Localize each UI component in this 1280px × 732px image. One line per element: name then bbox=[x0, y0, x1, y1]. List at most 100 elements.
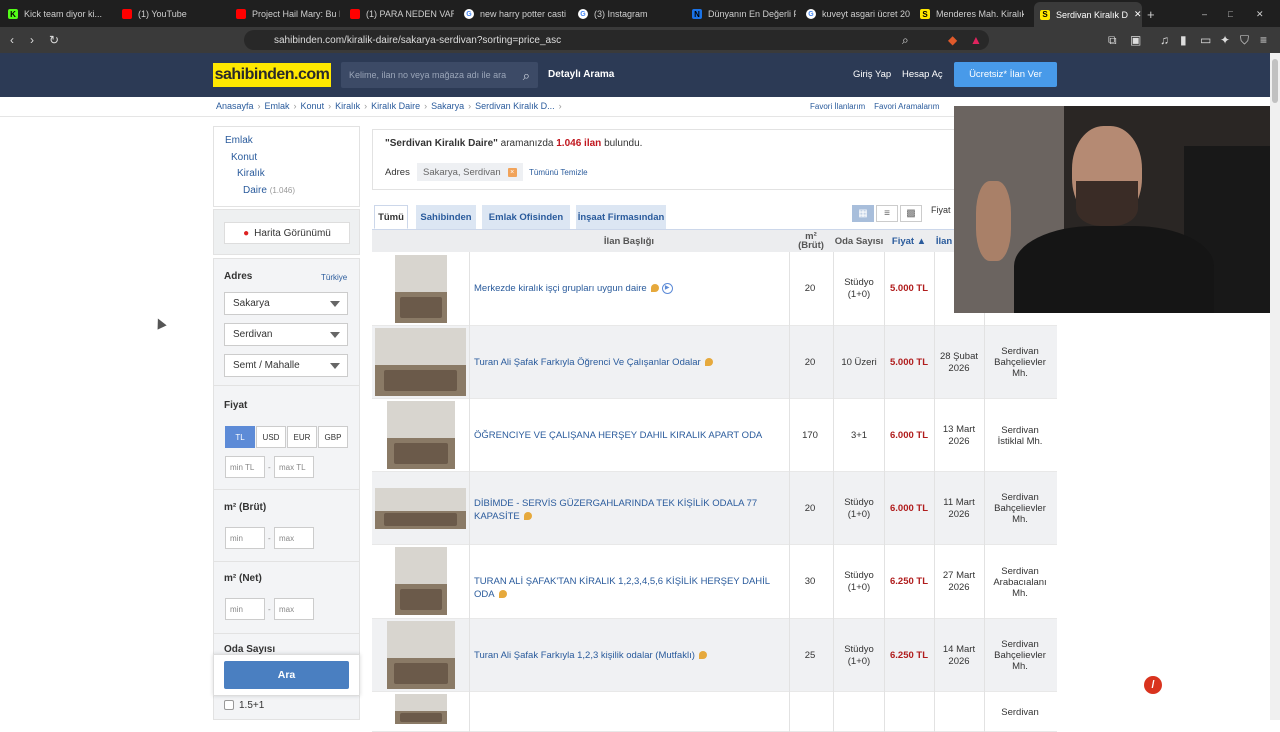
min-price-input[interactable]: min TL bbox=[225, 456, 265, 478]
screenshot-icon[interactable]: ▣ bbox=[1130, 33, 1141, 47]
browser-tab[interactable]: S Menderes Mah. Kiralık bbox=[920, 4, 1024, 24]
listing-thumbnail[interactable] bbox=[395, 547, 447, 615]
listing-thumbnail[interactable] bbox=[387, 621, 455, 689]
browser-tab[interactable]: (1) YouTube bbox=[122, 4, 226, 24]
clear-all-link[interactable]: Tümünü Temizle bbox=[529, 168, 588, 177]
column-title[interactable]: İlan Başlığı bbox=[469, 230, 789, 252]
scrollbar-thumb[interactable] bbox=[1272, 59, 1278, 103]
m2-net-min-input[interactable]: min bbox=[225, 598, 265, 620]
column-m2[interactable]: m² (Brüt) bbox=[790, 230, 832, 252]
list-view-button[interactable]: ▦ bbox=[852, 205, 874, 222]
gallery-view-button[interactable]: ▩ bbox=[900, 205, 922, 222]
menu-icon[interactable]: ≡ bbox=[1260, 33, 1267, 47]
listing-title[interactable]: DİBİMDE - SERVİS GÜZERGAHLARINDA TEK KİŞ… bbox=[474, 497, 786, 523]
zoom-icon[interactable]: ⌕ bbox=[902, 33, 909, 47]
listing-thumbnail[interactable] bbox=[375, 328, 466, 396]
close-window-icon[interactable]: ✕ bbox=[1256, 4, 1264, 24]
page-scrollbar[interactable] bbox=[1270, 53, 1280, 720]
video-play-icon[interactable]: ▶ bbox=[661, 282, 673, 294]
category-kiralik[interactable]: Kiralık bbox=[237, 168, 265, 179]
district-select[interactable]: Serdivan bbox=[224, 323, 348, 346]
browser-tab[interactable]: K Kick team diyor ki... bbox=[8, 4, 112, 24]
map-view-button[interactable]: ● Harita Görünümü bbox=[224, 222, 350, 244]
minimize-icon[interactable]: – bbox=[1202, 4, 1207, 24]
city-select[interactable]: Sakarya bbox=[224, 292, 348, 315]
room-checkbox-1-5-1[interactable] bbox=[224, 700, 234, 710]
column-price[interactable]: Fiyat ▲ bbox=[885, 230, 933, 252]
search-button[interactable]: Ara bbox=[224, 661, 349, 689]
breadcrumb-item[interactable]: Anasayfa bbox=[216, 101, 254, 111]
category-emlak[interactable]: Emlak bbox=[225, 135, 253, 146]
listing-thumbnail[interactable] bbox=[395, 255, 447, 323]
listing-thumbnail[interactable] bbox=[387, 401, 455, 469]
compact-view-button[interactable]: ≡ bbox=[876, 205, 898, 222]
leo-icon[interactable]: ✦ bbox=[1220, 33, 1230, 47]
m2-brut-min-input[interactable]: min bbox=[225, 527, 265, 549]
detailed-search-link[interactable]: Detaylı Arama bbox=[548, 69, 614, 80]
currency-usd-button[interactable]: USD bbox=[256, 426, 286, 448]
browser-tab[interactable]: Gkuveyt asgari ücret 20 bbox=[806, 4, 910, 24]
country-link[interactable]: Türkiye bbox=[321, 273, 347, 282]
m2-net-max-input[interactable]: max bbox=[274, 598, 314, 620]
browser-tab[interactable]: (1) PARA NEDEN VAR? bbox=[350, 4, 454, 24]
m2-brut-max-input[interactable]: max bbox=[274, 527, 314, 549]
favorite-link[interactable]: Favori İlanlarım bbox=[810, 102, 865, 111]
site-logo[interactable]: sahibinden.com bbox=[213, 63, 331, 87]
category-daire[interactable]: Daire (1.046) bbox=[243, 185, 295, 196]
reload-icon[interactable]: ↻ bbox=[49, 33, 59, 47]
forward-icon[interactable]: › bbox=[30, 33, 34, 47]
register-link[interactable]: Hesap Aç bbox=[902, 69, 943, 80]
max-price-input[interactable]: max TL bbox=[274, 456, 314, 478]
category-konut[interactable]: Konut bbox=[231, 152, 257, 163]
rewards-icon[interactable]: ▲ bbox=[970, 33, 982, 47]
listing-title[interactable]: TURAN ALİ ŞAFAK'TAN KİRALIK 1,2,3,4,5,6 … bbox=[474, 575, 786, 601]
address-filter-tag[interactable]: Sakarya, Serdivan × bbox=[417, 163, 523, 181]
column-rooms[interactable]: Oda Sayısı bbox=[833, 230, 885, 252]
browser-tab[interactable]: Project Hail Mary: Bu F bbox=[236, 4, 340, 24]
column-date[interactable]: İlan bbox=[934, 230, 954, 252]
url-bar[interactable]: sahibinden.com/kiralik-daire/sakarya-ser… bbox=[244, 30, 989, 50]
breadcrumb-item[interactable]: Serdivan Kiralık D... bbox=[475, 101, 555, 111]
favorite-link[interactable]: Favori Aramalarım bbox=[874, 102, 939, 111]
listing-title[interactable]: Turan Ali Şafak Farkıyla Öğrenci Ve Çalı… bbox=[474, 356, 786, 369]
breadcrumb-item[interactable]: Kiralık bbox=[335, 101, 360, 111]
breadcrumb-item[interactable]: Sakarya bbox=[431, 101, 464, 111]
currency-tl-button[interactable]: TL bbox=[225, 426, 255, 448]
table-row[interactable]: ÖĞRENCIYE VE ÇALIŞANA HERŞEY DAHIL KIRAL… bbox=[372, 399, 1057, 472]
maximize-icon[interactable]: □ bbox=[1228, 4, 1233, 24]
brave-shield-icon[interactable]: ◆ bbox=[948, 33, 957, 47]
breadcrumb-item[interactable]: Emlak bbox=[265, 101, 290, 111]
listing-thumbnail[interactable] bbox=[375, 488, 466, 529]
sidebar-icon[interactable]: ▮ bbox=[1180, 33, 1187, 47]
currency-eur-button[interactable]: EUR bbox=[287, 426, 317, 448]
login-link[interactable]: Giriş Yap bbox=[853, 69, 891, 80]
table-row[interactable]: Turan Ali Şafak Farkıyla Öğrenci Ve Çalı… bbox=[372, 326, 1057, 399]
post-ad-button[interactable]: Ücretsiz* İlan Ver bbox=[954, 62, 1057, 87]
browser-tab[interactable]: Gnew harry potter casti bbox=[464, 4, 568, 24]
listing-title[interactable]: Turan Ali Şafak Farkıyla 1,2,3 kişilik o… bbox=[474, 649, 786, 662]
back-icon[interactable]: ‹ bbox=[10, 33, 14, 47]
breadcrumb-item[interactable]: Kiralık Daire bbox=[371, 101, 420, 111]
search-input[interactable]: Kelime, ilan no veya mağaza adı ile ara … bbox=[341, 62, 538, 88]
media-icon[interactable]: ♫ bbox=[1160, 33, 1169, 47]
new-tab-button[interactable]: + bbox=[1147, 4, 1155, 24]
wallet-icon[interactable]: ▭ bbox=[1200, 33, 1211, 47]
breadcrumb-item[interactable]: Konut bbox=[301, 101, 325, 111]
sort-select[interactable]: Fiyat bbox=[931, 205, 951, 215]
extensions-icon[interactable]: ⧉ bbox=[1108, 33, 1117, 47]
table-row[interactable]: Serdivan bbox=[372, 692, 1057, 732]
vpn-icon[interactable]: ⛉ bbox=[1240, 33, 1249, 47]
browser-tab[interactable]: S Serdivan Kiralık D ✕ bbox=[1034, 2, 1142, 27]
tab-all[interactable]: Tümü bbox=[374, 205, 408, 229]
table-row[interactable]: DİBİMDE - SERVİS GÜZERGAHLARINDA TEK KİŞ… bbox=[372, 472, 1057, 545]
listing-title[interactable]: ÖĞRENCIYE VE ÇALIŞANA HERŞEY DAHIL KIRAL… bbox=[474, 429, 786, 442]
tab-builder[interactable]: İnşaat Firmasından bbox=[576, 205, 666, 229]
table-row[interactable]: TURAN ALİ ŞAFAK'TAN KİRALIK 1,2,3,4,5,6 … bbox=[372, 545, 1057, 619]
listing-title[interactable]: Merkezde kiralık işçi grupları uygun dai… bbox=[474, 282, 786, 295]
table-row[interactable]: Turan Ali Şafak Farkıyla 1,2,3 kişilik o… bbox=[372, 619, 1057, 692]
close-tab-icon[interactable]: ✕ bbox=[1134, 9, 1142, 20]
browser-tab[interactable]: N Dünyanın En Değerli P bbox=[692, 4, 796, 24]
tab-owner[interactable]: Sahibinden bbox=[416, 205, 476, 229]
browser-tab[interactable]: G (3) Instagram bbox=[578, 4, 682, 24]
remove-filter-icon[interactable]: × bbox=[507, 167, 517, 177]
